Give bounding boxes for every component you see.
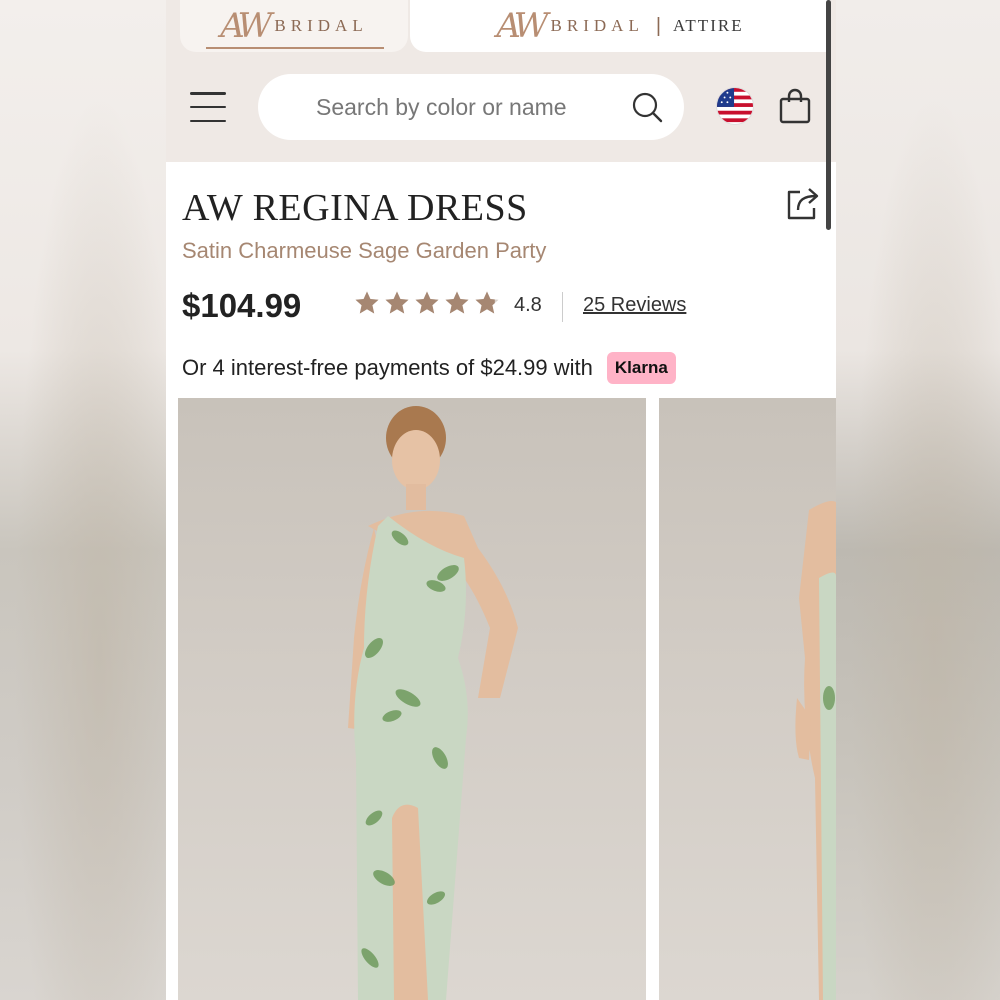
product-subtitle: Satin Charmeuse Sage Garden Party	[182, 238, 547, 263]
tab-aw-bridal[interactable]: AW BRIDAL	[180, 0, 408, 52]
rating-divider	[562, 292, 563, 322]
product-image-side[interactable]	[659, 398, 836, 1000]
installment-info: Or 4 interest-free payments of $24.99 wi…	[182, 352, 676, 384]
active-tab-indicator	[206, 47, 384, 49]
aw-logo: AW	[220, 6, 272, 46]
star-icon	[385, 291, 409, 314]
rating-value: 4.8	[514, 294, 542, 316]
search-bar[interactable]	[258, 74, 684, 140]
star-icon	[475, 291, 499, 314]
scrollbar[interactable]	[826, 0, 831, 230]
product-gallery[interactable]	[166, 398, 836, 1000]
background-right	[836, 0, 1000, 1000]
klarna-badge[interactable]: Klarna	[606, 352, 676, 384]
aw-logo: AW	[496, 6, 548, 46]
brand-name: BRIDAL	[550, 16, 644, 35]
model-photo-side	[795, 501, 836, 1000]
star-icon	[415, 291, 439, 314]
brand-sub-name: ATTIRE	[673, 16, 744, 35]
product-image-front[interactable]	[178, 398, 646, 1000]
shopping-bag-icon[interactable]	[778, 88, 812, 124]
model-photo	[348, 406, 518, 1000]
tab-aw-bridal-attire[interactable]: AW BRIDAL | ATTIRE	[410, 0, 830, 52]
product-price: $104.99	[182, 287, 302, 324]
reviews-link[interactable]: 25 Reviews	[583, 294, 686, 317]
brand-tabs: AW BRIDAL AW BRIDAL | ATTIRE	[166, 0, 836, 52]
search-input[interactable]	[316, 93, 630, 121]
share-icon[interactable]	[784, 184, 822, 222]
search-icon[interactable]	[630, 90, 664, 124]
installment-text: Or 4 interest-free payments of $24.99 wi…	[182, 355, 593, 380]
star-icon	[445, 291, 469, 314]
us-flag-icon[interactable]	[716, 87, 754, 125]
mobile-screen: AW BRIDAL AW BRIDAL | ATTIRE Search by c…	[166, 0, 836, 1000]
menu-icon[interactable]	[190, 92, 226, 122]
star-icon	[355, 291, 379, 314]
brand-separator: |	[655, 14, 662, 37]
brand-name: BRIDAL	[274, 16, 368, 35]
background-left	[0, 0, 166, 1000]
product-title: AW REGINA DRESS	[182, 187, 528, 229]
header	[166, 52, 836, 162]
rating-stars	[354, 290, 500, 316]
